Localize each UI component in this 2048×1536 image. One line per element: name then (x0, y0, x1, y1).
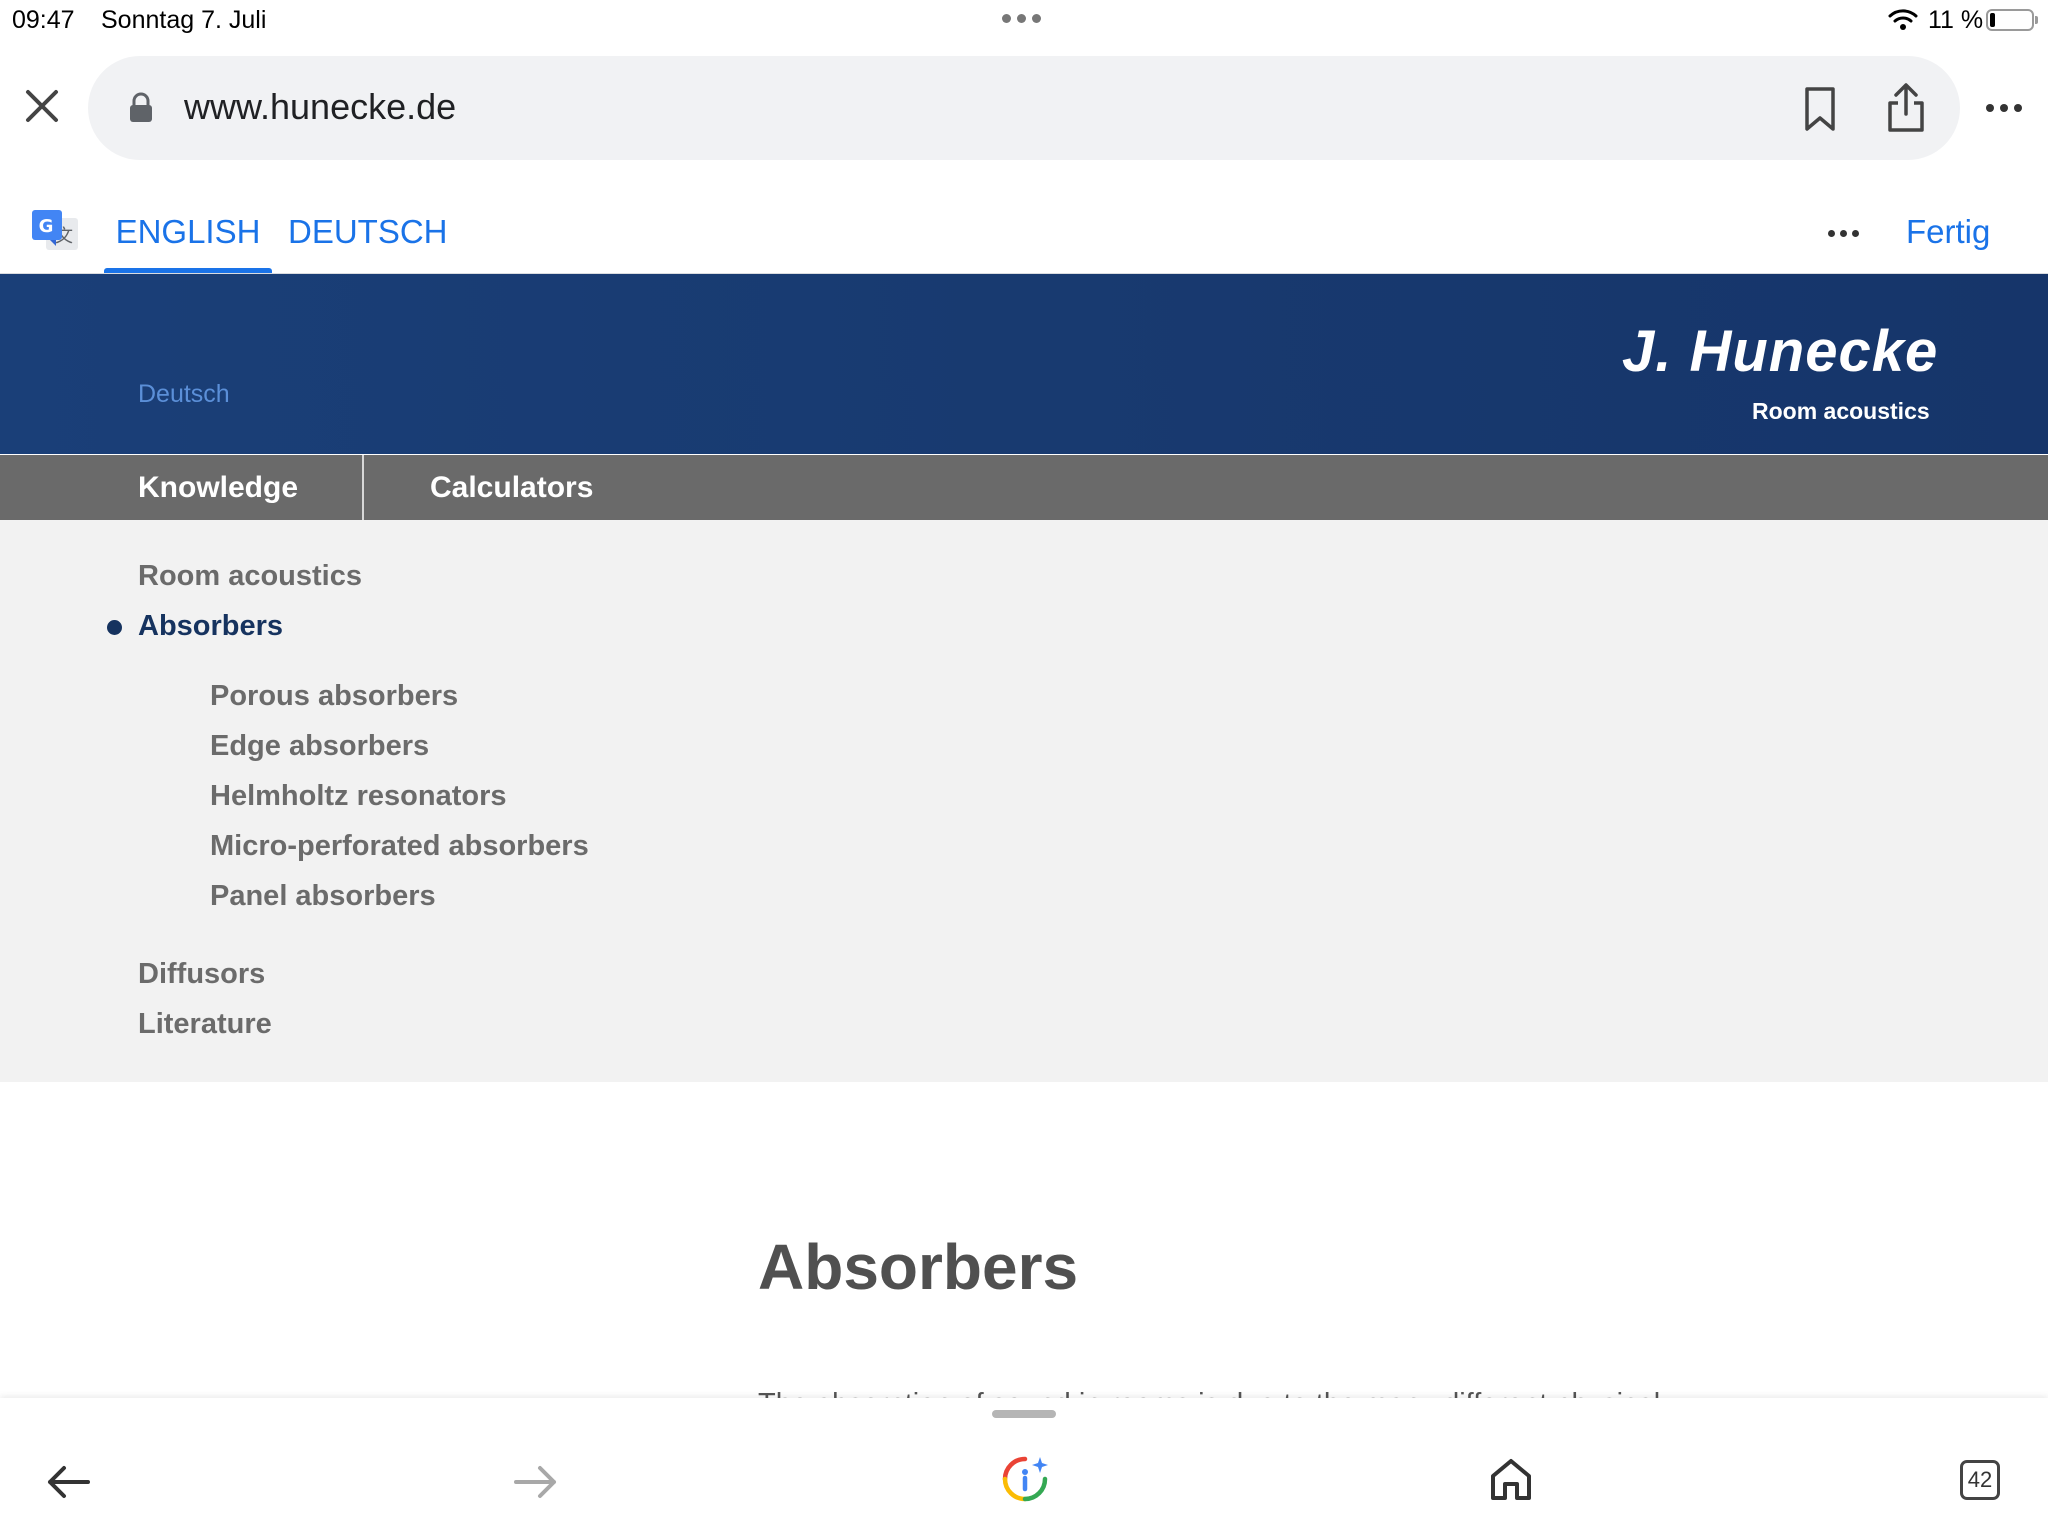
menu-item-room-acoustics[interactable]: Room acoustics (138, 560, 362, 593)
brand-tagline: Room acoustics (1752, 398, 1930, 424)
tabs-icon[interactable]: 42 (1960, 1460, 2000, 1500)
home-icon[interactable] (1488, 1456, 1534, 1502)
wifi-icon (1888, 9, 1918, 30)
translate-bar: 文 G ENGLISH DEUTSCH Fertig (0, 190, 2048, 274)
menu-item-diffusors[interactable]: Diffusors (138, 958, 265, 991)
submenu-item-micro-perforated[interactable]: Micro-perforated absorbers (210, 830, 589, 863)
submenu-item-porous[interactable]: Porous absorbers (210, 680, 458, 713)
nav-knowledge-label: Knowledge (138, 471, 299, 504)
brand-logo[interactable]: J. Hunecke (1622, 318, 1938, 385)
battery-percent: 11 % (1928, 6, 1984, 34)
nav-calculators[interactable]: Calculators (430, 471, 593, 505)
status-bar: 09:47 Sonntag 7. Juli 11 % (0, 0, 2048, 40)
back-arrow-icon[interactable] (44, 1462, 92, 1502)
site-header: Deutsch J. Hunecke Room acoustics (0, 274, 2048, 454)
battery-icon (1986, 9, 2038, 31)
sheet-handle[interactable] (992, 1410, 1056, 1418)
bottom-toolbar: 42 (0, 1398, 2048, 1536)
status-time: 09:47 (12, 6, 75, 34)
url-text[interactable]: www.hunecke.de (184, 86, 456, 128)
site-nav: Knowledge Calculators (0, 455, 2048, 520)
more-icon[interactable] (1986, 104, 2022, 112)
tab-english[interactable]: ENGLISH (104, 190, 272, 274)
menu-item-absorbers[interactable]: Absorbers (138, 610, 283, 643)
close-icon[interactable] (22, 86, 62, 126)
multitasking-dots-icon[interactable] (1002, 14, 1041, 23)
submenu-item-edge[interactable]: Edge absorbers (210, 730, 429, 763)
url-bar[interactable]: www.hunecke.de (88, 56, 1960, 160)
language-link[interactable]: Deutsch (138, 380, 230, 409)
svg-text:G: G (39, 216, 54, 237)
translate-more-icon[interactable] (1828, 230, 1859, 237)
google-lens-icon[interactable] (1000, 1454, 1050, 1504)
google-translate-icon: 文 G (32, 210, 78, 250)
lock-icon (130, 92, 152, 122)
tab-english-indicator (104, 268, 272, 273)
bookmark-icon[interactable] (1800, 86, 1840, 132)
submenu-item-panel[interactable]: Panel absorbers (210, 880, 436, 913)
status-date: Sonntag 7. Juli (101, 6, 267, 34)
menu-item-literature[interactable]: Literature (138, 1008, 272, 1041)
submenu-item-helmholtz[interactable]: Helmholtz resonators (210, 780, 507, 813)
nav-knowledge[interactable]: Knowledge (0, 455, 364, 520)
active-bullet (107, 620, 122, 635)
share-icon[interactable] (1884, 82, 1928, 134)
forward-arrow-icon[interactable] (512, 1462, 560, 1502)
tab-deutsch[interactable]: DEUTSCH (288, 190, 448, 274)
done-button[interactable]: Fertig (1906, 190, 1990, 274)
page-title: Absorbers (758, 1231, 1079, 1303)
